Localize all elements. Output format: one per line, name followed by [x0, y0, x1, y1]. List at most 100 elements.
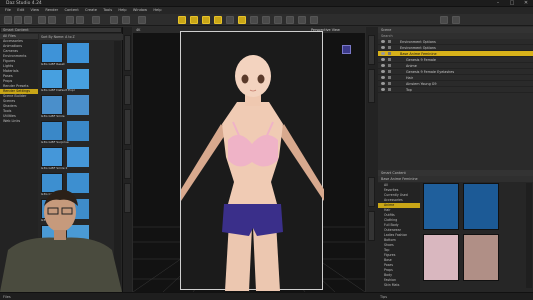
- product-thumbnail[interactable]: [463, 183, 499, 230]
- thumbnail-label: G3G Gl8F Surprise: [41, 140, 69, 144]
- visibility-icon[interactable]: [381, 82, 385, 85]
- status-right: Tips: [380, 295, 388, 299]
- tab-smart-content[interactable]: Smart Content: [0, 27, 122, 33]
- scene-node[interactable]: Top: [378, 87, 533, 93]
- menu-file[interactable]: File: [5, 7, 11, 14]
- tab-aux-viewport[interactable]: [124, 149, 131, 179]
- thumbnail-item[interactable]: G3G Gl8F Smile: [41, 95, 101, 120]
- lock-icon[interactable]: [388, 70, 391, 73]
- thumbnail-label: G3G Gl8F Smile 2: [41, 166, 68, 170]
- scene-icon[interactable]: [92, 16, 100, 24]
- tab-smart-content-right[interactable]: [368, 177, 375, 207]
- tab-surfaces[interactable]: [368, 211, 375, 241]
- render-icon[interactable]: [66, 16, 74, 24]
- close-button[interactable]: ✕: [519, 0, 533, 7]
- lock-icon[interactable]: [388, 88, 391, 91]
- thumbnail-item[interactable]: G3G Gl8F Reset: [41, 43, 101, 68]
- smart-content-panel: Smart Content Base Anime Feminine All Fav…: [378, 170, 533, 292]
- scene-panel: Scene Search Environment Options Environm…: [378, 27, 533, 170]
- tab-shaping[interactable]: [124, 183, 131, 213]
- tab-scene[interactable]: [368, 35, 375, 65]
- thumbnail-image: [41, 69, 63, 89]
- light-icon[interactable]: [122, 16, 130, 24]
- menu-view[interactable]: View: [31, 7, 40, 14]
- status-bar: Files Tips: [0, 292, 533, 300]
- workspace-icon[interactable]: [452, 16, 460, 24]
- lock-icon[interactable]: [388, 46, 391, 49]
- left-vertical-tabs: [123, 27, 132, 292]
- active-pose-icon[interactable]: [238, 16, 246, 24]
- thumbnail-image: [67, 69, 89, 89]
- tree-item[interactable]: Web Links: [0, 119, 38, 124]
- joint-editor-icon[interactable]: [250, 16, 258, 24]
- menu-render[interactable]: Render: [45, 7, 58, 14]
- redo-icon[interactable]: [48, 16, 56, 24]
- thumbnail-item[interactable]: G3G Gl8F Smile 2: [41, 147, 101, 172]
- menu-bar: File Edit View Render Content Create Too…: [0, 7, 533, 14]
- thumbnail-item[interactable]: G3G Gl8F Default Expr: [41, 69, 101, 94]
- open-icon[interactable]: [14, 16, 22, 24]
- lock-icon[interactable]: [388, 76, 391, 79]
- webcam-avatar: [0, 190, 122, 292]
- translate-tool-icon[interactable]: [190, 16, 198, 24]
- tab-tool-settings[interactable]: [124, 109, 131, 145]
- menu-edit[interactable]: Edit: [17, 7, 24, 14]
- visibility-icon[interactable]: [381, 46, 385, 49]
- visibility-icon[interactable]: [381, 40, 385, 43]
- undo-icon[interactable]: [38, 16, 46, 24]
- visibility-icon[interactable]: [381, 64, 385, 67]
- visibility-icon[interactable]: [381, 88, 385, 91]
- camera-icon[interactable]: [110, 16, 118, 24]
- scale-tool-icon[interactable]: [214, 16, 222, 24]
- content-scrollbar[interactable]: [526, 183, 532, 288]
- tab-content-library[interactable]: [124, 35, 131, 71]
- geometry-editor-icon[interactable]: [274, 16, 282, 24]
- rotate-tool-icon[interactable]: [202, 16, 210, 24]
- menu-help-2[interactable]: Help: [153, 7, 161, 14]
- thumbnail-label: G3G Gl8F Default Expr: [41, 88, 75, 92]
- measure-icon[interactable]: [298, 16, 306, 24]
- lock-icon[interactable]: [388, 58, 391, 61]
- visibility-icon[interactable]: [381, 58, 385, 61]
- surface-tool-icon[interactable]: [262, 16, 270, 24]
- product-thumbnail[interactable]: [463, 234, 499, 281]
- lock-icon[interactable]: [388, 82, 391, 85]
- lock-icon[interactable]: [388, 52, 391, 55]
- smart-content-breadcrumb[interactable]: Base Anime Feminine: [378, 176, 533, 182]
- spot-render-icon[interactable]: [286, 16, 294, 24]
- visibility-icon[interactable]: [381, 52, 385, 55]
- scene-node-label: Base Anime Feminine: [400, 52, 437, 56]
- lock-icon[interactable]: [388, 64, 391, 67]
- view-cube-icon[interactable]: [342, 45, 351, 54]
- anime-figure: [181, 55, 324, 291]
- menu-tools[interactable]: Tools: [103, 7, 112, 14]
- tab-parameters[interactable]: [368, 69, 375, 103]
- menu-window[interactable]: Window: [133, 7, 147, 14]
- node-weight-icon[interactable]: [226, 16, 234, 24]
- menu-content[interactable]: Content: [64, 7, 78, 14]
- render-settings-icon[interactable]: [76, 16, 84, 24]
- visibility-icon[interactable]: [381, 76, 385, 79]
- menu-create[interactable]: Create: [85, 7, 97, 14]
- transform-icon[interactable]: [310, 16, 318, 24]
- sort-filter[interactable]: Sort By Name: A to Z: [39, 34, 123, 40]
- product-thumbnail[interactable]: [423, 183, 459, 230]
- scene-node-label: Ainsiem Young G9: [406, 82, 437, 86]
- universal-tool-icon[interactable]: [178, 16, 186, 24]
- window-title: Daz Studio 4.24: [6, 1, 42, 6]
- new-scene-icon[interactable]: [4, 16, 12, 24]
- thumbnail-item[interactable]: G3G Gl8F Surprise: [41, 121, 101, 146]
- minimize-button[interactable]: –: [491, 0, 505, 7]
- title-bar: Daz Studio 4.24 – □ ✕: [0, 0, 533, 7]
- primitive-icon[interactable]: [138, 16, 146, 24]
- save-icon[interactable]: [24, 16, 32, 24]
- visibility-icon[interactable]: [381, 70, 385, 73]
- lock-icon[interactable]: [388, 40, 391, 43]
- category-item[interactable]: Skin Mats: [378, 283, 420, 288]
- tab-render-library[interactable]: [124, 75, 131, 105]
- menu-help[interactable]: Help: [118, 7, 126, 14]
- layout-icon[interactable]: [440, 16, 448, 24]
- product-thumbnail[interactable]: [423, 234, 459, 281]
- render-frame: [180, 31, 324, 291]
- maximize-button[interactable]: □: [505, 0, 519, 7]
